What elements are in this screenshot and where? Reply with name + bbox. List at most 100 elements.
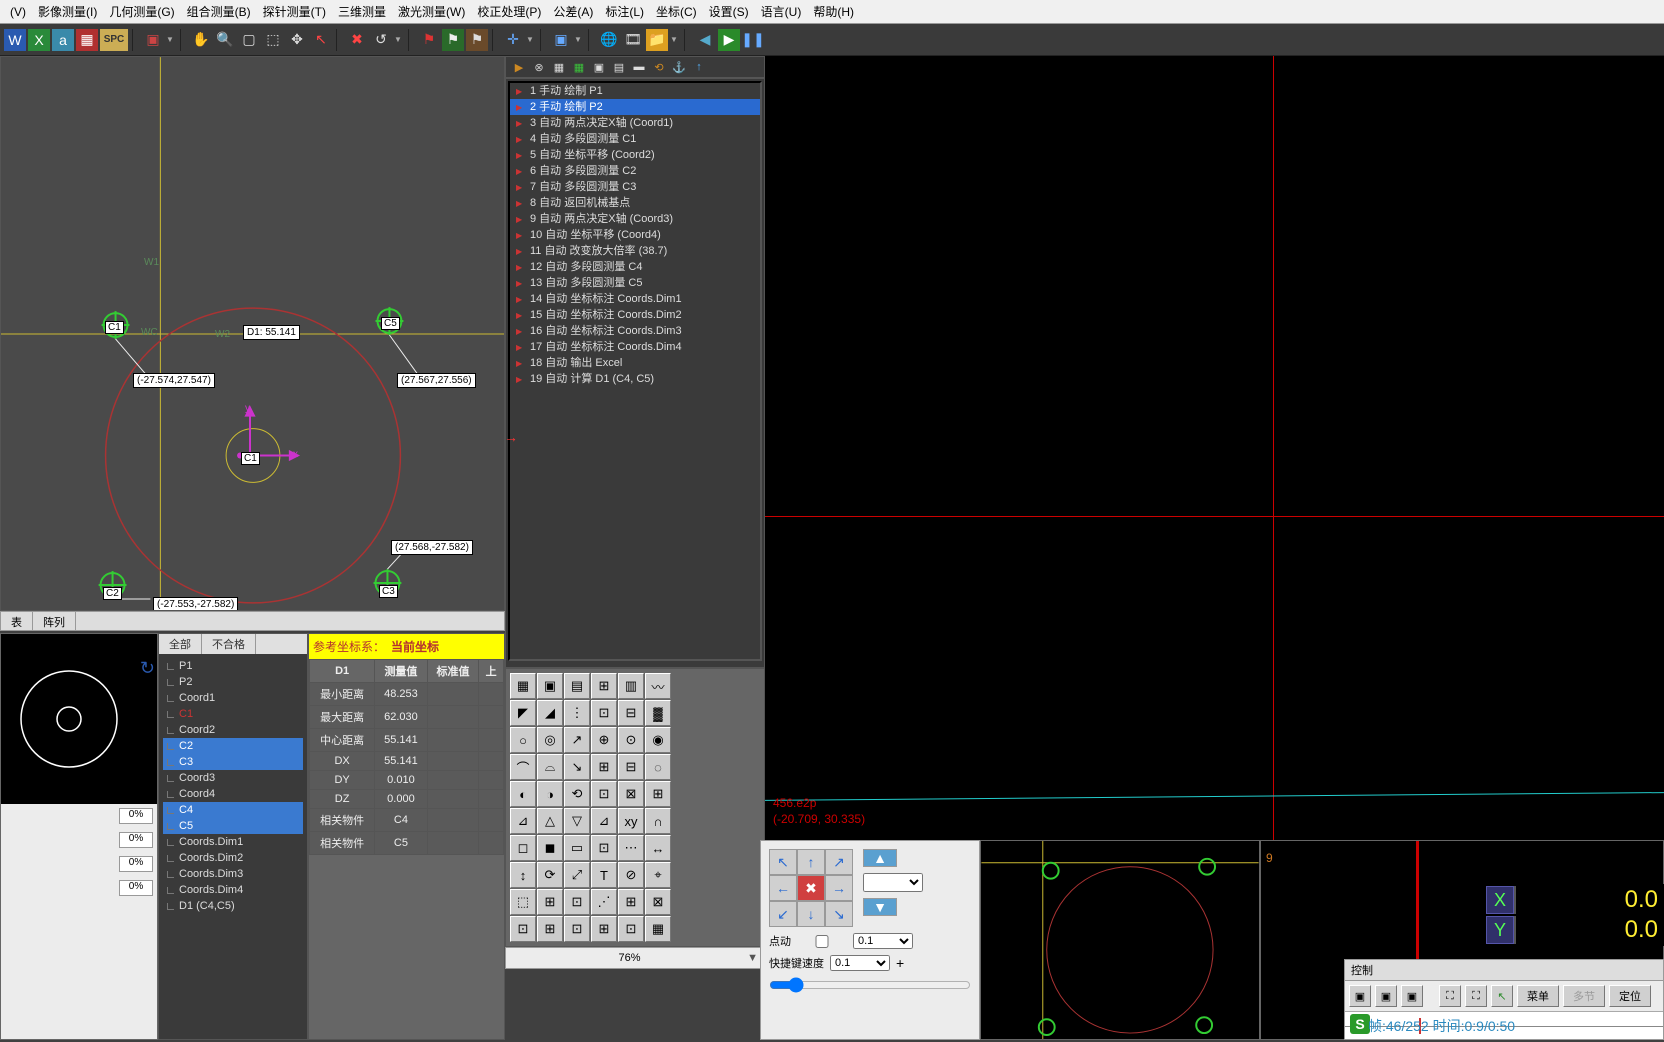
pdf-icon[interactable]: ▦ [76, 29, 98, 51]
pointer-icon[interactable]: ↖ [310, 29, 332, 51]
ctrl-locate-button[interactable]: 定位 [1609, 985, 1651, 1007]
palette-tool[interactable]: ⊠ [618, 781, 644, 807]
palette-tool[interactable]: ↕ [510, 862, 536, 888]
task-list[interactable]: 1 手动 绘制 P12 手动 绘制 P23 自动 两点决定X轴 (Coord1)… [505, 78, 765, 668]
task-item[interactable]: 16 自动 坐标标注 Coords.Dim3 [510, 323, 760, 339]
ctrl-fit1[interactable]: ⛶ [1439, 985, 1461, 1007]
excel-icon[interactable]: X [28, 29, 50, 51]
ctrl-menu-button[interactable]: 菜单 [1517, 985, 1559, 1007]
grid2-icon[interactable]: ▦ [570, 58, 588, 76]
menu-geom[interactable]: 几何测量(G) [103, 1, 180, 22]
tree-item[interactable]: C2 [163, 738, 303, 754]
palette-tool[interactable]: ▦ [510, 673, 536, 699]
play-small-icon[interactable]: ▶ [510, 58, 528, 76]
palette-tool[interactable]: ⊞ [537, 889, 563, 915]
task-item[interactable]: 8 自动 返回机械基点 [510, 195, 760, 211]
palette-tool[interactable]: ↘ [564, 754, 590, 780]
window-icon[interactable]: ▣ [550, 29, 572, 51]
palette-tool[interactable]: ↗ [564, 727, 590, 753]
flag-green-icon[interactable]: ⚑ [442, 29, 464, 51]
prev-icon[interactable]: ◀ [694, 29, 716, 51]
palette-tool[interactable]: ○ [510, 727, 536, 753]
menu-3d[interactable]: 三维测量 [332, 1, 392, 22]
menu-correct[interactable]: 校正处理(P) [471, 1, 547, 22]
jog-value[interactable]: 0.1 [853, 933, 913, 949]
pause-icon[interactable]: ❚❚ [742, 29, 764, 51]
anchor-icon[interactable]: ⚓ [670, 58, 688, 76]
z-select[interactable] [863, 873, 923, 892]
drawing-canvas[interactable]: C1 C5 C2 C3 C1 D1: 55.141 (-27.574,27.54… [0, 56, 505, 611]
palette-tool[interactable]: ◼ [537, 835, 563, 861]
palette-tool[interactable]: ⊡ [591, 835, 617, 861]
dropdown-icon[interactable]: ▼ [526, 35, 536, 44]
palette-tool[interactable]: ⊿ [591, 808, 617, 834]
spc-icon[interactable]: SPC [100, 29, 128, 51]
doc-icon[interactable]: ▤ [610, 58, 628, 76]
palette-tool[interactable]: T [591, 862, 617, 888]
palette-tool[interactable]: ⌖ [645, 862, 671, 888]
palette-tool[interactable]: ▦ [645, 916, 671, 942]
palette-tool[interactable]: ⬚ [510, 889, 536, 915]
tree-item[interactable]: C5 [163, 818, 303, 834]
tree-item[interactable]: C4 [163, 802, 303, 818]
autocad-icon[interactable]: a [52, 29, 74, 51]
menu-image[interactable]: 影像测量(I) [32, 1, 103, 22]
ctrl-rec1[interactable]: ▣ [1349, 985, 1371, 1007]
data-table[interactable]: D1测量值标准值上最小距离48.253最大距离62.030中心距离55.141D… [309, 659, 504, 1039]
palette-tool[interactable]: ⊠ [645, 889, 671, 915]
dropdown-icon[interactable]: ▼ [394, 35, 404, 44]
nav-stop[interactable]: ✖ [797, 875, 825, 901]
play-icon[interactable]: ▶ [718, 29, 740, 51]
hand-icon[interactable]: ✋ [190, 29, 212, 51]
task-item[interactable]: 13 自动 多段圆测量 C5 [510, 275, 760, 291]
palette-tool[interactable]: ⊿ [510, 808, 536, 834]
palette-tool[interactable]: ⊞ [645, 781, 671, 807]
tree-tab-fail[interactable]: 不合格 [202, 634, 256, 654]
up-arrow-icon[interactable]: ↑ [690, 58, 708, 76]
menu-coord[interactable]: 坐标(C) [650, 1, 703, 22]
palette-tool[interactable]: ◉ [645, 727, 671, 753]
tree-item[interactable]: Coord3 [163, 770, 303, 786]
palette-tool[interactable]: ⊘ [618, 862, 644, 888]
speed-slider[interactable] [769, 977, 971, 993]
palette-tool[interactable]: ◎ [537, 727, 563, 753]
palette-tool[interactable]: ▭ [564, 835, 590, 861]
plus-icon[interactable]: + [896, 955, 904, 971]
task-item[interactable]: 3 自动 两点决定X轴 (Coord1) [510, 115, 760, 131]
palette-tool[interactable]: ⌒ [510, 754, 536, 780]
tree-item[interactable]: P2 [163, 674, 303, 690]
nav-down-right[interactable]: ↘ [825, 901, 853, 927]
palette-tool[interactable]: ⊟ [618, 754, 644, 780]
tree-item[interactable]: Coords.Dim2 [163, 850, 303, 866]
menu-annotate[interactable]: 标注(L) [599, 1, 650, 22]
ctrl-fit2[interactable]: ⛶ [1465, 985, 1487, 1007]
task-item[interactable]: 17 自动 坐标标注 Coords.Dim4 [510, 339, 760, 355]
move-icon[interactable]: ✥ [286, 29, 308, 51]
nav-right[interactable]: → [825, 875, 853, 901]
palette-tool[interactable]: △ [537, 808, 563, 834]
palette-tool[interactable]: ⊡ [591, 781, 617, 807]
task-item[interactable]: 14 自动 坐标标注 Coords.Dim1 [510, 291, 760, 307]
palette-tool[interactable]: ⤢ [564, 862, 590, 888]
tree-item[interactable]: Coords.Dim1 [163, 834, 303, 850]
camera-icon[interactable]: ▣ [142, 29, 164, 51]
chevron-down-icon[interactable]: ▼ [747, 952, 758, 964]
folder-icon[interactable]: 📁 [646, 29, 668, 51]
palette-tool[interactable]: ⌓ [537, 754, 563, 780]
palette-tool[interactable]: ⟲ [564, 781, 590, 807]
palette-tool[interactable]: ⊡ [618, 916, 644, 942]
palette-tool[interactable]: ⋮ [564, 700, 590, 726]
grid1-icon[interactable]: ▦ [550, 58, 568, 76]
palette-tool[interactable]: ⊡ [564, 916, 590, 942]
palette-tool[interactable]: xy [618, 808, 644, 834]
tree-item[interactable]: P1 [163, 658, 303, 674]
tab-table[interactable]: 表 [1, 612, 33, 630]
palette-tool[interactable]: ⊞ [591, 754, 617, 780]
word-icon[interactable]: W [4, 29, 26, 51]
ctrl-rec3[interactable]: ▣ [1401, 985, 1423, 1007]
undo-icon[interactable]: ↺ [370, 29, 392, 51]
task-item[interactable]: 6 自动 多段圆测量 C2 [510, 163, 760, 179]
menu-probe[interactable]: 探针测量(T) [257, 1, 332, 22]
tree-item[interactable]: C3 [163, 754, 303, 770]
nav-up-right[interactable]: ↗ [825, 849, 853, 875]
